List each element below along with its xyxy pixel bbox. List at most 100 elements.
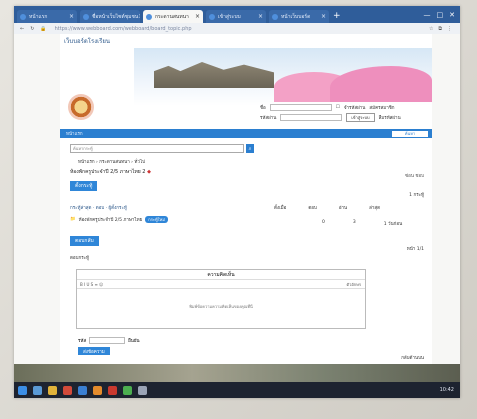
desktop-wallpaper	[14, 364, 460, 382]
tab-label: กระดานสนทนา	[155, 13, 189, 20]
close-icon[interactable]: ×	[258, 13, 263, 20]
maximize-button[interactable]: □	[437, 11, 444, 19]
username-label: ชื่อ	[260, 106, 266, 111]
editor-title: ความคิดเห็น	[77, 270, 365, 280]
forgot-link[interactable]: ลืมรหัสผ่าน	[379, 114, 401, 121]
nav-buttons: ← ↻ 🔒	[20, 26, 47, 32]
username-input[interactable]	[269, 104, 332, 111]
captcha-hint: ยืนยัน	[128, 339, 140, 344]
address-bar[interactable]: https://www.webboard.com/webboard/board_…	[55, 26, 305, 32]
column-header: ล่าสุด	[369, 206, 381, 211]
favicon-icon	[83, 13, 89, 20]
tab-5[interactable]: หน้าเว็บบอร์ด ×	[269, 10, 329, 23]
captcha-label: รหัส	[78, 339, 87, 344]
close-icon[interactable]: ×	[138, 13, 140, 20]
topic-title-text: ห้องพักครูประจำปี 2/5 ภาษาไทย 2	[70, 169, 146, 175]
post-stats: 0 3 1 วันก่อน	[322, 220, 402, 227]
login-button[interactable]: เข้าสู่ระบบ	[346, 113, 375, 122]
captcha-input[interactable]	[89, 337, 126, 344]
address-bar-row: ← ↻ 🔒 https://www.webboard.com/webboard/…	[14, 23, 460, 34]
post-views: 3	[352, 220, 356, 225]
main-nav-bar: หน้าแรก ค้นหา	[60, 129, 432, 138]
column-header: อ่าน	[338, 206, 348, 211]
browser-actions: ☆ ⧉ ⋮	[429, 26, 460, 32]
post-columns: ตั้งเมื่อ ตอบ อ่าน ล่าสุด	[274, 204, 380, 211]
nav-search-button[interactable]: ค้นหา	[392, 130, 428, 137]
menu-icon[interactable]: ⋮	[447, 26, 452, 32]
tab-label: หน้าแรก	[29, 13, 48, 20]
close-icon[interactable]: ×	[195, 13, 200, 20]
new-badge: กระทู้ใหม่	[145, 216, 168, 223]
site-title[interactable]: เว็บบอร์ดโรงเรียน	[64, 36, 110, 46]
tab-2[interactable]: ชื่อหน้าเว็บไซต์ชุมชน×	[80, 10, 140, 23]
chrome-icon[interactable]	[123, 385, 132, 395]
column-header: ตอบ	[308, 206, 317, 211]
firefox-icon[interactable]	[93, 385, 102, 395]
close-window-button[interactable]: ✕	[449, 11, 455, 19]
remember-checkbox[interactable]: ☐	[336, 105, 340, 110]
windows-taskbar: 10:42	[14, 364, 460, 398]
post-last: 1 วันก่อน	[383, 222, 403, 227]
search-bar: ค้นหากระทู้ ⌕	[70, 144, 254, 153]
captcha-row: รหัส ยืนยัน	[78, 337, 140, 344]
banner-image	[134, 48, 432, 106]
back-icon[interactable]: ←	[20, 26, 24, 32]
breadcrumb[interactable]: หน้าแรก › กระดานสนทนา › ทั่วไป	[78, 158, 145, 165]
close-icon[interactable]: ×	[69, 13, 74, 20]
new-topic-button[interactable]: ตั้งกระทู้	[70, 181, 98, 191]
search-icon: ⌕	[248, 145, 252, 152]
password-label: รหัสผ่าน	[260, 116, 277, 121]
favicon-icon	[209, 13, 215, 20]
favicon-icon	[146, 13, 152, 20]
remember-label: จำรหัสผ่าน	[343, 106, 366, 111]
app-icon[interactable]	[108, 385, 117, 395]
folder-icon: 📁	[70, 217, 76, 222]
reload-icon[interactable]: ↻	[30, 26, 34, 32]
taskbar-bar: 10:42	[14, 382, 460, 398]
new-tab-button[interactable]: +	[333, 11, 341, 21]
window-controls: — □ ✕	[424, 11, 461, 19]
tab-3[interactable]: กระดานสนทนา ×	[143, 10, 203, 23]
start-icon[interactable]	[18, 385, 27, 395]
favicon-icon	[20, 13, 26, 20]
topic-title: ห้องพักครูประจำปี 2/5 ภาษาไทย 2 ◆	[70, 168, 151, 176]
submit-button[interactable]: ส่งข้อความ	[78, 347, 110, 355]
tab-4[interactable]: เข้าสู่ระบบ ×	[206, 10, 266, 23]
extensions-icon[interactable]: ⧉	[438, 26, 442, 32]
tab-1[interactable]: หน้าแรก ×	[17, 10, 77, 23]
editor-textarea[interactable]: พิมพ์ข้อความความคิดเห็นของคุณที่นี่	[77, 289, 365, 310]
folder-icon[interactable]	[48, 385, 57, 395]
back-to-top-link[interactable]: กลับด้านบน	[401, 354, 424, 361]
post-row[interactable]: 📁 ห้องพักครูประจำปี 2/5 ภาษาไทย กระทู้ให…	[70, 216, 168, 223]
edge-icon[interactable]	[78, 385, 87, 395]
tab-label: ชื่อหน้าเว็บไซต์ชุมชน	[92, 13, 139, 20]
topic-actions[interactable]: ซ่อน ชอบ	[405, 172, 424, 179]
app-icon[interactable]	[138, 385, 147, 395]
search-button[interactable]: ⌕	[246, 144, 254, 153]
post-title[interactable]: ห้องพักครูประจำปี 2/5 ภาษาไทย	[79, 216, 143, 223]
search-icon[interactable]	[33, 385, 42, 395]
register-link[interactable]: สมัครสมาชิก	[369, 104, 394, 111]
star-icon[interactable]: ☆	[429, 26, 433, 32]
building-illustration	[154, 62, 274, 88]
app-icon[interactable]	[63, 385, 72, 395]
format-tools[interactable]: B I U S ≡ ☺	[80, 282, 103, 287]
nav-home-link[interactable]: หน้าแรก	[66, 130, 83, 137]
reply-button[interactable]: ตอบกลับ	[70, 236, 99, 246]
webpage: เว็บบอร์ดโรงเรียน ชื่อ ☐ จำรหัสผ่าน สมัค…	[60, 34, 432, 364]
tab-label: เข้าสู่ระบบ	[218, 13, 241, 20]
lock-icon: 🔒	[40, 25, 47, 32]
decor-shape	[330, 66, 432, 102]
search-input[interactable]: ค้นหากระทู้	[70, 144, 244, 153]
browser-tabbar: หน้าแรก× ชื่อหน้าเว็บไซต์ชุมชน× กระดานสน…	[14, 6, 460, 23]
password-input[interactable]	[280, 114, 343, 121]
tab-label: หน้าเว็บบอร์ด	[281, 13, 311, 20]
close-icon[interactable]: ×	[321, 13, 326, 20]
column-header: ตั้งเมื่อ	[274, 206, 287, 211]
font-dropdown[interactable]: ตัวอักษร	[347, 281, 361, 288]
post-replies: 0	[322, 220, 325, 225]
topic-count: 1 กระทู้	[409, 193, 424, 198]
topic-mark-icon: ◆	[147, 169, 151, 175]
minimize-button[interactable]: —	[424, 11, 431, 19]
school-emblem-icon	[68, 94, 94, 120]
